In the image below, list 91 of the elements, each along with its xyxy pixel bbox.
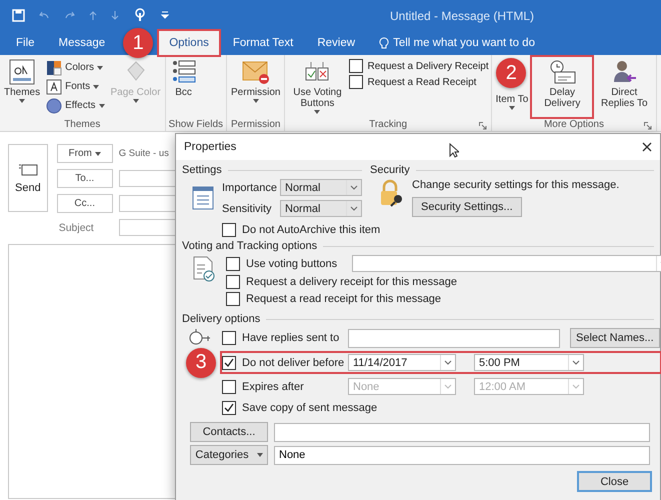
section-label: Voting and Tracking options [182,240,318,252]
touch-icon[interactable] [133,8,147,22]
close-button[interactable]: Close [577,471,652,492]
subject-field[interactable] [118,219,176,236]
checkbox-label: Request a Delivery Receipt [367,60,489,72]
categories-button[interactable]: Categories [190,445,268,465]
dialog-title: Properties [184,141,236,153]
ribbon-button[interactable]: Effects [44,97,107,114]
group-label: Themes [64,118,100,130]
ribbon-tab[interactable]: File [6,31,45,55]
contacts-button[interactable]: Contacts... [190,422,268,442]
font-icon [46,78,62,94]
caret-icon [94,152,101,156]
categories-field[interactable]: None [274,446,650,464]
highlight-frame [530,55,594,119]
checkbox-label: Request a read receipt for this message [246,293,442,305]
ribbon-tab[interactable]: Message [48,31,116,55]
security-description: Change security settings for this message. [412,179,620,191]
themes-icon [8,58,36,86]
checkbox[interactable] [226,292,240,306]
list-icon [192,186,214,210]
padlock-icon [378,179,404,207]
tell-me-search[interactable]: Tell me what you want to do [393,37,535,49]
date-select[interactable]: 11/14/2017 [348,354,456,371]
cc-button[interactable]: Cc... [56,194,113,213]
checkbox-label: Do not AutoArchive this item [242,224,380,236]
checkbox-label: Request a Read Receipt [367,76,476,88]
checkbox-label: Save copy of sent message [242,402,378,414]
checkbox[interactable] [222,331,236,345]
ribbon-tab[interactable]: Review [307,31,366,55]
step-badge: 1 [123,28,154,58]
section-label: Security [370,164,410,176]
ribbon-button[interactable]: Delay Delivery [532,57,592,117]
cc-field[interactable] [118,195,176,212]
checkbox[interactable] [349,59,364,73]
from-button[interactable]: From [56,144,113,163]
ribbon-button[interactable]: Direct Replies To [594,57,654,117]
group-label: More Options [544,118,604,130]
ribbon-button[interactable]: Permission [229,57,282,117]
checkbox[interactable] [349,75,364,89]
to-button[interactable]: To... [56,169,113,188]
section-label: Delivery options [182,313,260,325]
effects-icon [46,98,62,114]
contacts-field[interactable] [274,422,650,442]
checkbox-label: Use voting buttons [246,258,338,270]
highlight-frame [157,29,221,57]
from-account: G Suite - us [118,148,170,159]
checkbox[interactable] [222,223,236,237]
field-label: Sensitivity [222,202,273,214]
checkbox-label: Do not deliver before [242,356,342,368]
group-label: Tracking [369,118,408,130]
ribbon-button[interactable]: Use Voting Buttons [287,57,348,117]
lightbulb-icon [379,36,390,50]
send-button[interactable]: Send [8,144,48,212]
checkbox[interactable] [222,356,236,370]
ribbon-button[interactable]: Colors [44,59,107,76]
importance-select[interactable]: Normal [280,179,362,196]
replies-field[interactable] [348,328,560,348]
group-label: Show Fields [168,118,224,130]
launcher-icon[interactable] [644,122,652,130]
window-title: Untitled - Message (HTML) [390,9,534,23]
ribbon-tab[interactable]: Options [159,31,219,55]
field-label: Importance [222,182,274,194]
checkbox-label: Request a delivery receipt for this message [246,276,457,288]
color-swatch-icon [46,60,62,76]
section-label: Settings [182,164,222,176]
close-icon[interactable] [642,142,652,152]
envelope-icon [18,162,38,176]
checkbox-label: Have replies sent to [242,332,340,344]
time-select[interactable]: 5:00 PM [474,354,584,371]
ribbon-tab[interactable]: Format Text [222,31,304,55]
step-badge: 3 [186,348,216,378]
checkbox-label: Expires after [242,380,305,392]
ribbon-button[interactable]: Themes [2,57,42,117]
customize-icon[interactable] [161,11,169,19]
step-badge: 2 [496,58,526,88]
checkbox[interactable] [226,275,240,289]
to-field[interactable] [118,170,176,187]
group-label: Permission [231,118,280,130]
security-settings-button[interactable]: Security Settings... [412,197,522,217]
select-names-button[interactable]: Select Names... [570,328,660,348]
caret-icon [256,453,263,457]
launcher-icon[interactable] [478,122,487,130]
checkbox[interactable] [226,256,240,270]
subject-label: Subject [58,222,95,234]
sensitivity-select[interactable]: Normal [280,200,362,217]
checkbox[interactable] [222,401,236,415]
save-icon[interactable] [12,8,25,22]
ribbon-button[interactable]: Fonts [44,78,107,95]
ribbon-button[interactable]: Item To [494,93,530,111]
ribbon-button[interactable]: Bcc [168,57,200,117]
